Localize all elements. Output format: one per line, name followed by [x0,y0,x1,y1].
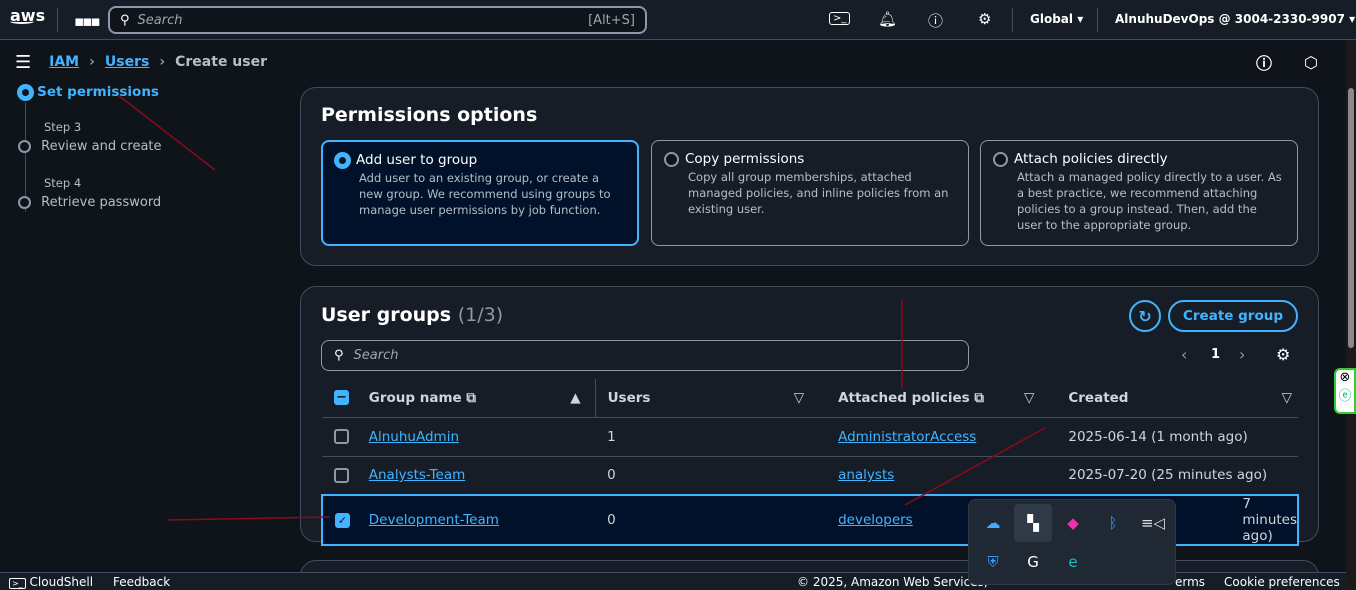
menu-icon[interactable]: ☰ [15,52,31,73]
aws-logo[interactable]: aws [10,6,45,25]
step-retrieve: Retrieve password [41,195,162,210]
panel-title: Permissions options [321,104,538,126]
global-search-input[interactable]: ⚲ Search [Alt+S] [108,6,647,34]
help-icon[interactable]: ⓘ [928,10,943,31]
create-group-button[interactable]: Create group [1168,300,1298,332]
extension-icon: ⓔ [1338,389,1352,404]
panel-title: User groups (1/3) [321,304,504,326]
refresh-button[interactable]: ↻ [1129,300,1161,332]
cloud-icon[interactable]: ☁ [974,504,1012,542]
table-settings-icon[interactable]: ⚙ [1276,345,1290,364]
jetbrains-icon[interactable]: ◆ [1054,504,1092,542]
table-row[interactable]: AlnuhuAdmin 1 AdministratorAccess 2025-06-1… [322,417,1298,457]
step-number: Step 4 [44,176,82,190]
annotation-line [117,94,216,171]
breadcrumb-current: Create user [175,54,268,70]
system-tray-popup: ☁ ▚ ◆ ᛒ ≡◁ ⛨ G e [968,499,1176,585]
next-page-icon[interactable]: › [1239,345,1245,364]
option-copy-permissions[interactable]: Copy permissions Copy all group membershi… [651,140,969,246]
step-set-permissions: Set permissions [37,84,159,100]
services-grid-icon[interactable]: ▪▪▪ [74,12,100,30]
policy-link[interactable]: developers [838,512,913,528]
scrollbar[interactable] [1346,40,1356,590]
column-group-name[interactable]: Group name [369,390,462,406]
group-link[interactable]: Analysts-Team [369,467,465,483]
search-icon: ⚲ [334,348,344,363]
feedback-link[interactable]: Feedback [113,575,170,589]
bell-icon[interactable]: 🔔︎ [878,10,897,28]
cloudshell-icon[interactable]: >_ [829,12,851,25]
defender-icon[interactable]: ⛨ [974,543,1012,581]
breadcrumb-iam[interactable]: IAM [49,54,79,70]
copyright: © 2025, Amazon Web Services, [797,575,988,589]
row-checkbox[interactable] [334,429,349,444]
settings-hex-icon[interactable]: ⬡ [1304,53,1318,72]
gear-icon[interactable]: ⚙ [978,10,991,28]
extension-widget[interactable]: ⊗ ⓔ [1334,368,1356,414]
top-nav: aws ▪▪▪ ⚲ Search [Alt+S] >_ 🔔︎ ⓘ ⚙ Globa… [0,0,1356,40]
audio-icon[interactable]: ≡◁ [1134,504,1172,542]
cookie-preferences-link[interactable]: Cookie preferences [1224,575,1340,589]
breadcrumb-users[interactable]: Users [105,54,149,70]
policy-link[interactable]: AdministratorAccess [838,429,976,445]
region-selector[interactable]: Global ▾ [1030,12,1083,26]
search-icon: ⚲ [120,12,130,28]
column-created[interactable]: Created [1068,390,1128,406]
step-current-icon [18,85,33,100]
group-search-input[interactable]: ⚲ Search [321,340,969,371]
step-number: Step 3 [44,120,82,134]
eset-icon[interactable]: e [1054,543,1092,581]
bookmark-app-icon[interactable]: ▚ [1014,504,1052,542]
table-row[interactable]: Analysts-Team 0 analysts 2025-07-20 (25 min… [322,456,1298,496]
select-all-checkbox[interactable]: − [334,390,349,406]
option-add-user-to-group[interactable]: Add user to group Add user to an existing… [321,140,639,246]
row-checkbox[interactable]: ✓ [335,512,350,528]
column-attached-policies[interactable]: Attached policies [838,390,970,406]
policy-link[interactable]: analysts [838,467,894,483]
bluetooth-icon[interactable]: ᛒ [1094,504,1132,542]
step-review: Review and create [41,139,162,154]
cloudshell-button[interactable]: >_ CloudShell [9,575,93,589]
column-users[interactable]: Users [608,390,651,406]
group-link[interactable]: AlnuhuAdmin [369,429,459,445]
terms-link[interactable]: erms [1175,575,1205,589]
account-menu[interactable]: AlnuhuDevOps @ 3004-2330-9907 ▾ [1115,12,1355,26]
info-icon[interactable]: ⓘ [1256,50,1272,74]
option-attach-policies[interactable]: Attach policies directly Attach a managed… [980,140,1298,246]
prev-page-icon[interactable]: ‹ [1181,345,1187,364]
permissions-options-panel: Permissions options Add user to group Add… [300,87,1319,266]
row-checkbox[interactable] [334,467,349,483]
grammarly-icon[interactable]: G [1014,543,1052,581]
close-icon: ⊗ [1339,370,1351,385]
breadcrumb-bar: ☰ IAM › Users › Create user ⓘ ⬡ [15,50,1318,74]
group-link[interactable]: Development-Team [369,512,499,528]
page-number[interactable]: 1 [1211,347,1220,362]
